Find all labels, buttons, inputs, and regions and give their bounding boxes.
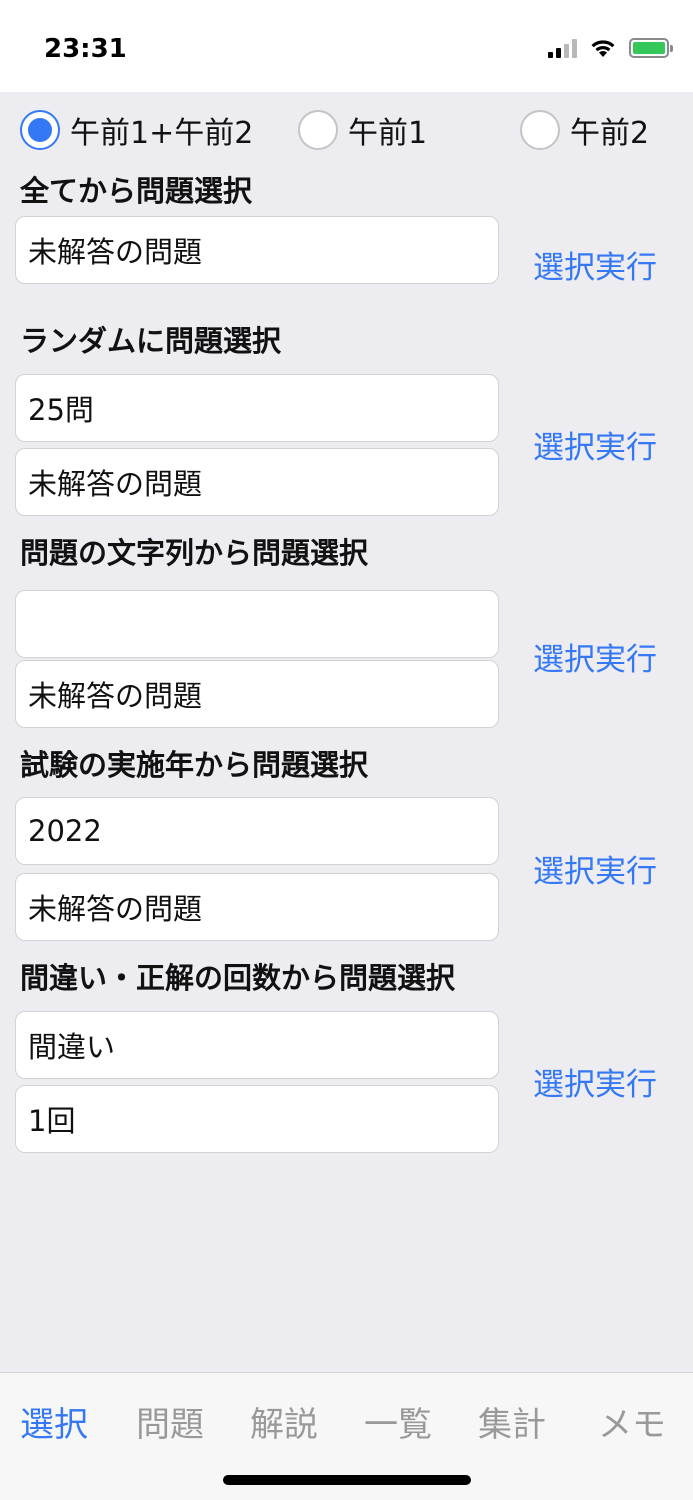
tab-select[interactable]: 選択 [20, 1397, 88, 1446]
cellular-signal-icon [548, 38, 577, 58]
all-filter-select[interactable]: 未解答の問題 [15, 216, 499, 284]
section-title-year: 試験の実施年から問題選択 [20, 748, 369, 782]
year-exec-button[interactable]: 選択実行 [533, 846, 657, 891]
status-icons [548, 38, 673, 58]
radio-selected-icon [20, 110, 60, 150]
radio-am1-am2[interactable]: 午前1+午前2 [20, 108, 253, 152]
home-indicator[interactable] [223, 1475, 471, 1485]
all-exec-button[interactable]: 選択実行 [533, 242, 657, 287]
radio-am2[interactable]: 午前2 [520, 108, 649, 152]
random-exec-button[interactable]: 選択実行 [533, 422, 657, 467]
radio-label: 午前1+午前2 [70, 116, 254, 151]
year-select[interactable]: 2022 [15, 797, 499, 865]
section-title-all: 全てから問題選択 [20, 174, 253, 208]
radio-am1[interactable]: 午前1 [298, 108, 427, 152]
status-bar: 23:31 [0, 0, 693, 92]
exam-scope-radio-group: 午前1+午前2 午前1 午前2 [20, 108, 680, 152]
radio-label: 午前1 [348, 116, 428, 151]
status-time: 23:31 [44, 34, 127, 64]
mistakes-exec-button[interactable]: 選択実行 [533, 1059, 657, 1104]
tab-memo[interactable]: メモ [598, 1397, 666, 1446]
random-count-select[interactable]: 25問 [15, 374, 499, 442]
tab-stats[interactable]: 集計 [478, 1397, 546, 1446]
text-filter-select[interactable]: 未解答の問題 [15, 660, 499, 728]
text-exec-button[interactable]: 選択実行 [533, 634, 657, 679]
random-filter-select[interactable]: 未解答の問題 [15, 448, 499, 516]
battery-charging-icon [629, 38, 673, 58]
radio-unselected-icon [298, 110, 338, 150]
result-times-select[interactable]: 1回 [15, 1085, 499, 1153]
tab-question[interactable]: 問題 [136, 1397, 204, 1446]
section-title-text: 問題の文字列から問題選択 [20, 536, 369, 570]
year-filter-select[interactable]: 未解答の問題 [15, 873, 499, 941]
section-title-mistakes: 間違い・正解の回数から問題選択 [20, 961, 456, 995]
text-search-input[interactable] [15, 590, 499, 658]
section-title-random: ランダムに問題選択 [20, 324, 282, 358]
radio-label: 午前2 [570, 116, 650, 151]
radio-unselected-icon [520, 110, 560, 150]
tab-list[interactable]: 一覧 [364, 1397, 432, 1446]
tab-explanation[interactable]: 解説 [250, 1397, 318, 1446]
result-kind-select[interactable]: 間違い [15, 1011, 499, 1079]
wifi-icon [591, 40, 615, 57]
